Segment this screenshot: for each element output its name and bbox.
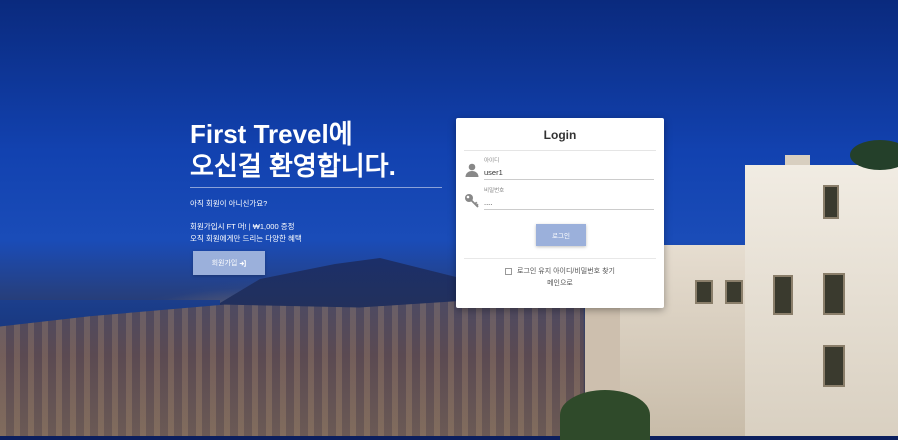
hero-benefit-line1: 회원가입시 FT 머! | ₩1,000 증정 <box>190 222 295 231</box>
id-input[interactable] <box>484 165 654 180</box>
login-button[interactable]: 로그인 <box>536 224 586 246</box>
password-field-group: 비밀번호 <box>464 186 654 212</box>
user-icon <box>465 163 479 177</box>
building-window <box>823 185 839 219</box>
find-account-link[interactable]: 아이디/비밀번호 찾기 <box>553 268 615 275</box>
password-field-label: 비밀번호 <box>484 188 505 194</box>
id-field-group: 아이디 <box>464 156 654 182</box>
password-input[interactable] <box>484 195 654 210</box>
login-title: Login <box>543 128 577 142</box>
sign-in-icon <box>240 259 247 267</box>
hero-question: 아직 회원이 아니신가요? <box>190 199 268 208</box>
building-window <box>773 275 793 315</box>
remember-checkbox[interactable] <box>505 267 513 275</box>
login-options: 로그인 유지 아이디/비밀번호 찾기 <box>456 266 664 276</box>
signup-button-label: 회원가입 <box>211 260 238 267</box>
login-card: Login 아이디 비밀번호 로그인 로그인 유지 아이디/비밀번호 찾기 메인… <box>456 118 664 308</box>
building-window <box>823 345 845 387</box>
background-building <box>745 165 898 436</box>
login-divider <box>464 150 656 151</box>
hero-section: First Trevel에 오신걸 환영합니다. 아직 회원이 아니신가요? 회… <box>190 118 450 245</box>
hero-divider <box>190 187 442 188</box>
id-field-label: 아이디 <box>484 158 500 164</box>
building-window <box>823 273 845 315</box>
key-icon <box>465 194 479 208</box>
hero-title-line1: First Trevel에 <box>190 119 353 149</box>
remember-label[interactable]: 로그인 유지 <box>517 268 551 275</box>
background-tree <box>560 390 650 440</box>
hero-title-line2: 오신걸 환영합니다. <box>190 151 396 181</box>
login-divider-bottom <box>464 258 656 259</box>
building-window <box>695 280 713 304</box>
signup-button[interactable]: 회원가입 <box>193 251 265 275</box>
go-main-link[interactable]: 메인으로 <box>456 278 664 288</box>
hero-benefit-line2: 오직 회원에게만 드리는 다양한 혜택 <box>190 234 302 243</box>
building-window <box>725 280 743 304</box>
